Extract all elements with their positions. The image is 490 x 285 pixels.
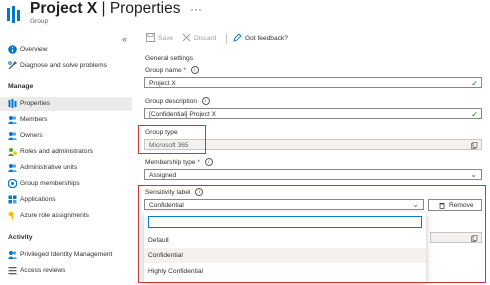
- info-icon[interactable]: i: [190, 66, 199, 74]
- copy-icon[interactable]: [471, 141, 478, 149]
- group-description-label-text: Group description: [145, 97, 198, 105]
- membership-type-value: Assigned: [149, 171, 177, 179]
- discard-button[interactable]: Discard: [182, 33, 226, 45]
- roles-icon: [8, 148, 17, 156]
- sidebar-item-label: Applications: [20, 196, 56, 203]
- membership-type-dropdown[interactable]: Assigned ⌄: [144, 169, 482, 180]
- general-settings-heading: General settings: [145, 55, 194, 62]
- page-title: Project X | Properties: [30, 0, 181, 18]
- group-name-label-text: Group name: [145, 66, 182, 74]
- sidebar-item-roles[interactable]: Roles and administrators: [0, 145, 132, 159]
- key-icon: [8, 211, 14, 220]
- info-icon[interactable]: i: [204, 158, 213, 166]
- info-icon[interactable]: i: [201, 97, 210, 105]
- group-description-value: [Confidential] Project X: [149, 110, 217, 118]
- pim-icon: [8, 251, 17, 259]
- sidebar-item-label: Azure role assignments: [20, 212, 89, 219]
- group-name-label: Group name * i: [145, 66, 199, 74]
- page-title-section: Properties: [109, 0, 181, 17]
- save-button[interactable]: Save: [146, 33, 186, 45]
- section-heading-activity: Activity: [8, 234, 33, 241]
- group-description-field[interactable]: [Confidential] Project X ✓: [144, 108, 482, 119]
- group-name-field[interactable]: Project X ✓: [144, 77, 482, 88]
- sidebar-item-applications[interactable]: Applications: [0, 193, 132, 207]
- membership-type-label: Membership type * i: [145, 158, 213, 166]
- sidebar-item-properties[interactable]: Properties: [0, 97, 132, 111]
- feedback-label: Got feedback?: [245, 35, 288, 42]
- sidebar-item-label: Access reviews: [20, 267, 66, 274]
- group-memberships-icon: [8, 179, 17, 188]
- sidebar-item-label: Group memberships: [20, 180, 80, 187]
- applications-icon: [8, 195, 17, 204]
- sidebar-item-label: Owners: [20, 132, 43, 139]
- sidebar-item-pim[interactable]: Privileged Identity Management: [0, 248, 132, 262]
- page-title-name: Project X: [30, 0, 98, 17]
- sidebar-item-label: Properties: [20, 100, 51, 107]
- checkmark-icon: ✓: [471, 110, 478, 119]
- sidebar-item-label: Roles and administrators: [20, 148, 93, 155]
- sidebar-item-label: Diagnose and solve problems: [20, 62, 107, 69]
- group-name-value: Project X: [149, 79, 176, 87]
- admin-units-icon: [8, 164, 17, 172]
- feedback-button[interactable]: Got feedback?: [233, 33, 303, 45]
- owners-icon: [8, 132, 17, 140]
- required-marker: *: [183, 66, 187, 74]
- info-icon: [8, 45, 17, 54]
- page-header: Project X | Properties ··· Group: [0, 0, 490, 30]
- membership-type-label-text: Membership type: [145, 158, 196, 166]
- sidebar-item-label: Administrative units: [20, 164, 78, 171]
- sidebar-item-overview[interactable]: Overview: [0, 43, 132, 57]
- discard-icon: [182, 33, 191, 42]
- group-description-label: Group description i: [145, 97, 210, 105]
- sensitivity-label-highlight-box: [138, 185, 486, 283]
- save-icon: [146, 33, 155, 42]
- chevron-down-icon: ⌄: [470, 170, 477, 179]
- sidebar-item-diagnose[interactable]: Diagnose and solve problems: [0, 59, 132, 73]
- properties-icon: [8, 99, 17, 108]
- sidebar-item-members[interactable]: Members: [0, 113, 132, 127]
- sidebar-item-group-memberships[interactable]: Group memberships: [0, 177, 132, 191]
- toolbar-divider: [226, 34, 227, 44]
- members-icon: [8, 116, 17, 124]
- group-type-highlight-box: [138, 125, 206, 154]
- page-subtitle: Group: [30, 18, 49, 25]
- save-label: Save: [158, 35, 174, 42]
- title-separator: |: [97, 0, 110, 17]
- discard-label: Discard: [194, 35, 217, 42]
- sidebar-item-label: Members: [20, 116, 48, 123]
- sidebar-item-label: Privileged Identity Management: [20, 251, 113, 258]
- required-marker: *: [197, 158, 200, 166]
- checkmark-icon: ✓: [471, 79, 478, 88]
- section-heading-manage: Manage: [8, 83, 34, 90]
- access-reviews-icon: [8, 267, 17, 275]
- sidebar-item-admin-units[interactable]: Administrative units: [0, 161, 132, 175]
- sidebar-item-owners[interactable]: Owners: [0, 129, 132, 143]
- more-options-button[interactable]: ···: [190, 2, 202, 16]
- sidebar-item-azure-role-assignments[interactable]: Azure role assignments: [0, 209, 132, 223]
- group-icon: [7, 6, 20, 23]
- wrench-icon: [8, 61, 17, 70]
- sidebar-item-label: Overview: [20, 46, 48, 53]
- sidebar-item-access-reviews[interactable]: Access reviews: [0, 264, 132, 278]
- feedback-icon: [233, 33, 242, 42]
